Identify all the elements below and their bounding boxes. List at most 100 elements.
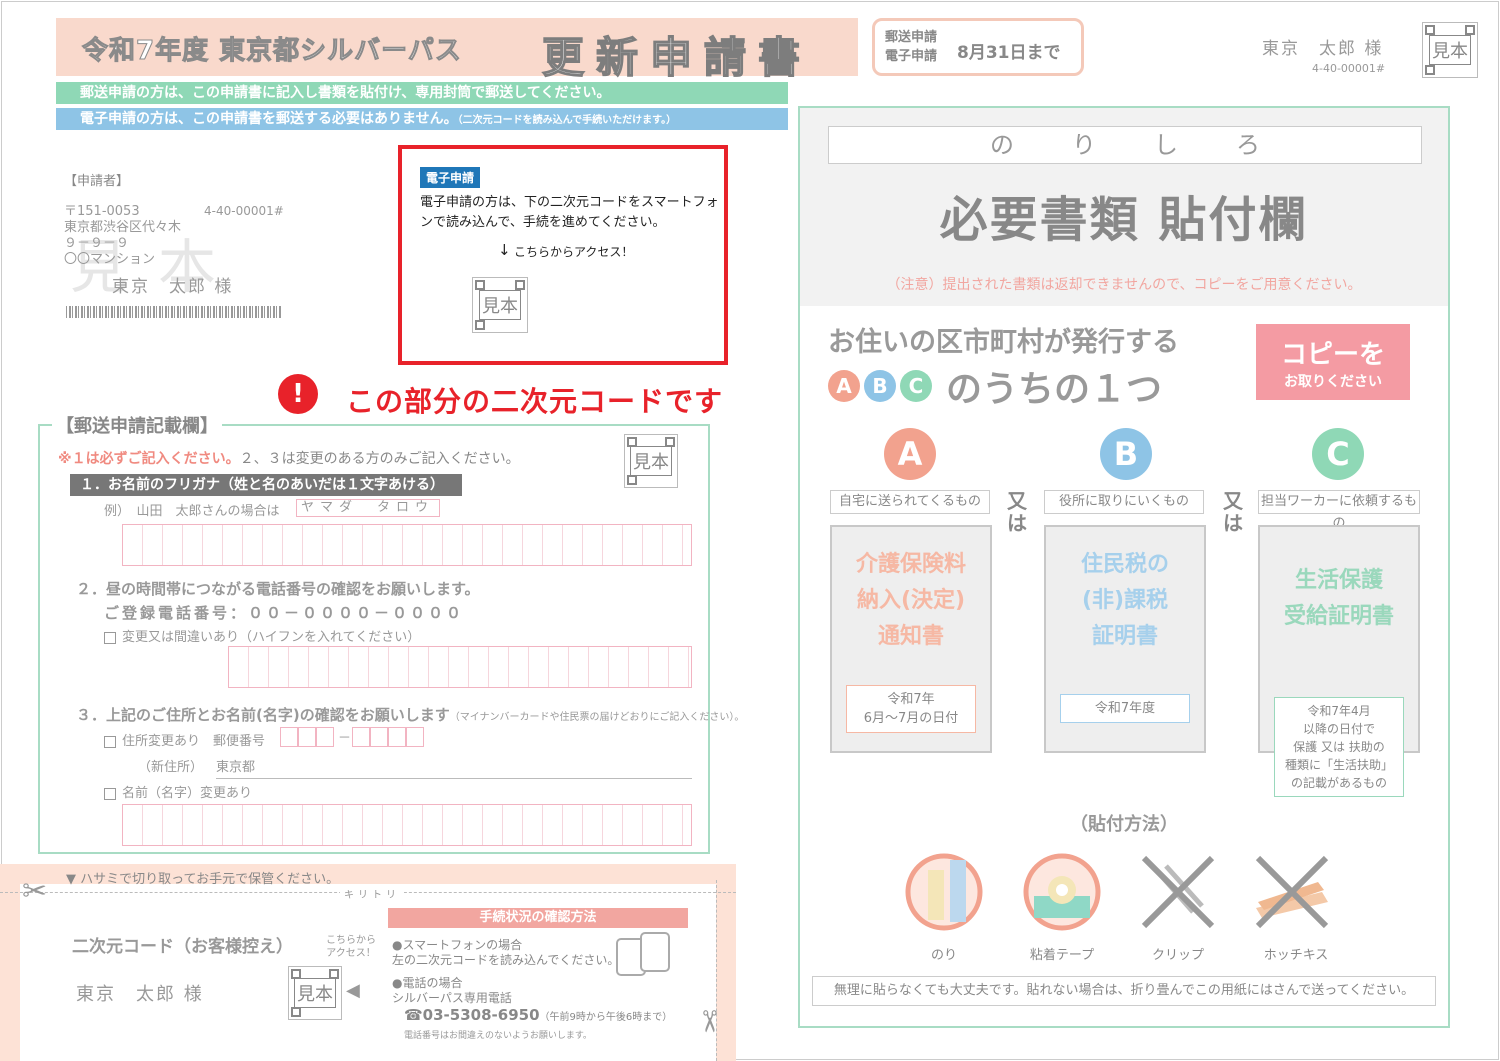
- qr-callout-text: この部分の二次元コードです: [346, 385, 724, 418]
- option-b-doc-line2: (非)課税: [1081, 588, 1169, 613]
- copy-access-line1: こちらから: [326, 935, 376, 946]
- applicant-postal: 〒151-0053: [64, 204, 140, 219]
- applicant-addr-line2: ９－９－９: [64, 236, 130, 251]
- option-a-doc-line2: 納入(決定): [856, 588, 966, 613]
- option-c-note-line1: 令和7年4月: [1307, 704, 1371, 718]
- issue-line2: A B C のうちの１つ: [828, 360, 1162, 412]
- phone-change-checkbox[interactable]: [104, 631, 116, 644]
- option-c-note-line2: 以降の日付で: [1302, 722, 1375, 736]
- tool-label-tape: 粘着テープ: [1029, 948, 1095, 963]
- copy-reminder-badge: コピーを お取りください: [1256, 324, 1410, 400]
- q3-small: （マイナンバーカードや住民票の届けどおりにご記入ください）。: [449, 712, 745, 723]
- qr-code-copy[interactable]: 見本: [288, 966, 342, 1020]
- applicant-addr-line3: 〇〇マンション: [64, 252, 156, 267]
- name-input[interactable]: [122, 804, 692, 846]
- mail-form-heading: 【郵送申請記載欄】: [52, 412, 222, 438]
- option-c-category: 担当ワーカーに依頼するもの: [1258, 490, 1420, 531]
- phone-note: 電話番号はお間違えのないようお願いします。: [404, 1031, 592, 1041]
- phone-change-option[interactable]: 変更又は間違いあり（ハイフンを入れてください）: [104, 626, 420, 645]
- furigana-input[interactable]: [122, 524, 692, 566]
- tool-label-stapler: ホッチキス: [1263, 948, 1329, 963]
- postal-barcode: [66, 306, 282, 318]
- q3-heading: ３．上記のご住所とお名前(名字)の確認をお願いします（マイナンバーカードや住民票…: [76, 704, 744, 725]
- address-change-checkbox[interactable]: [104, 735, 116, 748]
- cut-instruction: ▼ ハサミで切り取ってお手元で保管ください。: [66, 872, 340, 887]
- q3-title: ３．上記のご住所とお名前(名字)の確認をお願いします: [76, 706, 450, 724]
- phone-method: ●電話の場合 シルバーパス専用電話: [392, 976, 512, 1006]
- address-change-option[interactable]: 住所変更あり 郵便番号: [104, 730, 265, 749]
- or-label: 又は: [1223, 489, 1243, 535]
- deadline-value: 8月31日まで: [957, 43, 1061, 63]
- letter-b-icon: B: [864, 370, 896, 402]
- q1-heading: １．お名前のフリガナ（姓と名のあいだは１文字あける）: [70, 474, 462, 496]
- option-c-doc-line2: 受給証明書: [1283, 604, 1394, 629]
- deadline-box: 郵送申請電子申請 8月31日まで: [872, 18, 1084, 76]
- access-here-label: こちらからアクセス！: [514, 245, 634, 259]
- header-code: 4-40-00001#: [1312, 62, 1386, 75]
- support-phone[interactable]: ☎03-5308-6950（午前9時から午後6時まで）: [404, 1006, 672, 1024]
- option-c-note: 令和7年4月 以降の日付で 保護 又は 扶助の 種類に「生活扶助」 の記載があるもの: [1274, 697, 1404, 797]
- copy-title: 二次元コード（お客様控え）: [72, 937, 293, 957]
- smartphone-text: 左の二次元コードを読み込んでください。: [392, 953, 620, 967]
- sample-mark: 見本: [479, 290, 521, 320]
- online-application-text: 電子申請の方は、下の二次元コードをスマートフォンで読み込んで、手続を進めてくださ…: [420, 195, 719, 230]
- note-rest: ２、３は変更のある方のみご記入ください。: [239, 451, 520, 467]
- smartphone-icon: [640, 932, 670, 972]
- option-c-badge: C: [1312, 428, 1364, 480]
- option-b-doc-line1: 住民税の: [1080, 552, 1169, 577]
- phone-method-label: ●電話の場合: [392, 976, 463, 990]
- smartphone-label: ●スマートフォンの場合: [392, 938, 523, 952]
- copy-access-line2: アクセス！: [326, 948, 376, 959]
- phone-input[interactable]: [228, 646, 692, 688]
- tool-label-clip: クリップ: [1151, 948, 1204, 963]
- paste-method-title: （貼付方法）: [1070, 814, 1178, 835]
- exclamation-icon: !: [278, 374, 318, 414]
- registered-phone: ご登録電話番号：００－００００－００００: [104, 602, 464, 623]
- option-b-doc-title: 住民税の (非)課税 証明書: [1046, 547, 1204, 655]
- qr-code-online[interactable]: 見本: [472, 277, 528, 333]
- option-c-note-line5: の記載があるもの: [1290, 776, 1387, 790]
- option-c-note-line3: 保護 又は 扶助の: [1293, 740, 1385, 754]
- mail-form-note: ※１は必ずご記入ください。２、３は変更のある方のみご記入ください。: [58, 448, 520, 468]
- option-a-document: 介護保険料 納入(決定) 通知書 令和7年 6月～7月の日付: [830, 525, 992, 753]
- q1-example: 例） 山田 太郎さんの場合は: [104, 504, 280, 519]
- option-a-category: 自宅に送られてくるもの: [830, 490, 990, 514]
- online-notice-band: 電子申請の方は、この申請書を郵送する必要はありません。（二次元コードを読み込んで…: [56, 108, 788, 130]
- header-addressee: 東京 太郎 様: [1262, 39, 1384, 59]
- option-b-note: 令和7年度: [1060, 694, 1190, 723]
- down-arrow-icon: ↓: [498, 241, 511, 259]
- paste-area-title: 必要書類 貼付欄: [939, 192, 1309, 248]
- copy-access-label: こちらからアクセス！: [326, 934, 376, 960]
- zip-input[interactable]: －: [280, 727, 430, 747]
- name-change-checkbox[interactable]: [104, 787, 116, 800]
- option-c-note-line4: 種類に「生活扶助」: [1284, 758, 1393, 772]
- online-application-box: 電子申請 電子申請の方は、下の二次元コードをスマートフォンで読み込んで、手続を進…: [398, 145, 728, 365]
- online-notice-small: （二次元コードを読み込んで手続いただけます。）: [457, 115, 677, 126]
- name-change-option[interactable]: 名前（名字）変更あり: [104, 782, 252, 801]
- status-heading: 手続状況の確認方法: [388, 908, 688, 928]
- option-a-doc-line1: 介護保険料: [855, 552, 966, 577]
- name-change-label: 名前（名字）変更あり: [122, 786, 253, 801]
- q2-heading: ２．昼の時間帯につながる電話番号の確認をお願いします。: [76, 580, 480, 598]
- scissors-icon: ✂: [22, 874, 48, 909]
- new-address-input[interactable]: 東京都: [216, 756, 692, 779]
- zip-label: 郵便番号: [213, 734, 266, 749]
- option-a-note-line2: 6月～7月の日付: [863, 711, 959, 726]
- qr-code-form[interactable]: 見本: [624, 434, 678, 488]
- issue-line1: お住いの区市町村が発行する: [828, 327, 1179, 358]
- norishiro-strip: のりしろ: [828, 126, 1422, 164]
- deadline-label-online: 電子申請: [885, 49, 938, 64]
- sample-mark: 見本: [630, 446, 672, 476]
- smartphone-method: ●スマートフォンの場合 左の二次元コードを読み込んでください。: [392, 938, 619, 968]
- qr-code-header[interactable]: 見本: [1422, 22, 1478, 78]
- support-phone-hours: （午前9時から午後6時まで）: [539, 1012, 673, 1023]
- deadline-label-mail: 郵送申請: [885, 30, 938, 45]
- applicant-name: 東京 太郎 様: [112, 277, 234, 297]
- phone-method-sub: シルバーパス専用電話: [392, 991, 512, 1005]
- applicant-addr-line1: 東京都渋谷区代々木: [64, 220, 182, 235]
- or-label: 又は: [1007, 489, 1027, 535]
- option-a-note: 令和7年 6月～7月の日付: [846, 685, 976, 733]
- clip-icon: [1141, 855, 1215, 929]
- tool-label-glue: のり: [930, 948, 957, 963]
- address-change-label: 住所変更あり: [122, 734, 201, 749]
